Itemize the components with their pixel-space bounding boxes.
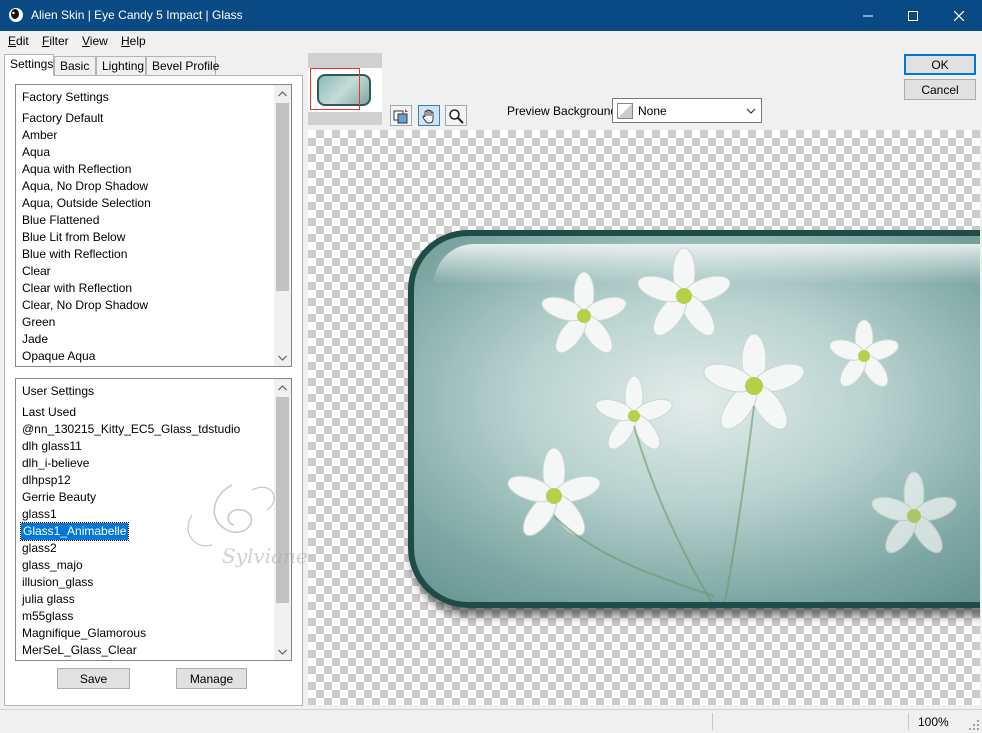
zoom-tool-button[interactable] — [445, 105, 467, 126]
status-separator — [712, 713, 713, 730]
chevron-up-icon — [278, 90, 287, 96]
compare-preview-icon — [393, 108, 408, 123]
list-item[interactable]: dlh glass11 — [22, 438, 82, 455]
scroll-up-button[interactable] — [274, 379, 291, 396]
menu-filter[interactable]: Filter — [42, 34, 69, 48]
minimize-icon — [863, 15, 873, 16]
list-item[interactable]: Amber — [22, 127, 57, 144]
chevron-down-icon — [741, 99, 761, 122]
list-item[interactable]: Glass1_Animabelle — [19, 522, 130, 541]
list-item[interactable]: illusion_glass — [22, 574, 93, 591]
cancel-button[interactable]: Cancel — [904, 79, 976, 100]
factory-settings-list[interactable]: Factory Settings Factory Default Amber Aqu… — [15, 84, 292, 367]
list-item[interactable]: @nn_130215_Kitty_EC5_Glass_tdstudio — [22, 421, 240, 438]
list-item[interactable]: dlhpsp12 — [22, 472, 71, 489]
close-icon — [954, 10, 964, 21]
chevron-down-icon — [278, 649, 287, 655]
manage-button[interactable]: Manage — [176, 668, 247, 689]
zoom-level: 100% — [918, 715, 949, 729]
navigator-thumbnail[interactable] — [308, 53, 382, 125]
status-separator — [908, 713, 909, 730]
resize-grip-icon[interactable] — [968, 719, 980, 731]
list-item[interactable]: Opaque Aqua — [22, 348, 95, 365]
chevron-up-icon — [278, 384, 287, 390]
preview-canvas[interactable] — [308, 130, 980, 705]
factory-scrollbar[interactable] — [274, 85, 291, 366]
preview-background-value: None — [638, 104, 667, 118]
compare-tool-button[interactable] — [390, 105, 412, 126]
watermark-text: Sylviane — [222, 544, 308, 568]
ok-button[interactable]: OK — [904, 54, 976, 75]
list-item[interactable]: m55glass — [22, 608, 73, 625]
chevron-down-icon — [278, 355, 287, 361]
preview-background-label: Preview Background: — [507, 104, 621, 118]
status-bar: 100% — [0, 709, 982, 733]
maximize-button[interactable] — [890, 0, 936, 31]
scroll-up-button[interactable] — [274, 85, 291, 102]
app-logo-icon — [9, 8, 23, 22]
hand-icon — [422, 109, 434, 123]
scroll-down-button[interactable] — [274, 643, 291, 660]
menu-help[interactable]: Help — [121, 34, 146, 48]
factory-settings-header: Factory Settings — [22, 90, 109, 104]
list-item[interactable]: Last Used — [22, 404, 76, 421]
title-bar: Alien Skin | Eye Candy 5 Impact | Glass — [0, 0, 982, 31]
list-item[interactable]: Clear — [22, 263, 51, 280]
list-item[interactable]: Gerrie Beauty — [22, 489, 96, 506]
list-item[interactable]: Aqua — [22, 144, 50, 161]
tab-lighting[interactable]: Lighting — [96, 56, 146, 75]
tab-settings[interactable]: Settings — [4, 54, 54, 76]
magnifier-icon — [449, 108, 464, 124]
tab-basic[interactable]: Basic — [54, 56, 96, 75]
hand-tool-button[interactable] — [418, 105, 440, 126]
list-item[interactable]: Green — [22, 314, 55, 331]
list-item[interactable]: Aqua with Reflection — [22, 161, 131, 178]
menu-edit[interactable]: Edit — [8, 34, 29, 48]
list-item[interactable]: Clear with Reflection — [22, 280, 132, 297]
list-item[interactable]: Aqua, No Drop Shadow — [22, 178, 148, 195]
glass-effect-preview-image — [408, 230, 980, 608]
list-item[interactable]: Blue with Reflection — [22, 246, 127, 263]
list-item[interactable]: glass_majo — [22, 557, 83, 574]
list-item[interactable]: glass1 — [22, 506, 57, 523]
close-button[interactable] — [936, 0, 982, 31]
list-item[interactable]: glass2 — [22, 540, 57, 557]
menu-bar: Edit Filter View Help — [0, 31, 982, 51]
save-button[interactable]: Save — [57, 668, 130, 689]
sylviane-watermark: Sylviane — [187, 484, 308, 568]
background-swatch-icon — [617, 103, 633, 119]
scroll-down-button[interactable] — [274, 349, 291, 366]
list-item[interactable]: Factory Default — [22, 110, 103, 127]
list-item[interactable]: Clear, No Drop Shadow — [22, 297, 148, 314]
user-settings-header: User Settings — [22, 384, 95, 398]
list-item[interactable]: Blue Lit from Below — [22, 229, 125, 246]
flower-photo — [507, 247, 957, 602]
list-item[interactable]: Blue Flattened — [22, 212, 99, 229]
list-item[interactable]: dlh_i-believe — [22, 455, 89, 472]
list-item[interactable]: MerSeL_Glass_Clear — [22, 642, 137, 659]
list-item[interactable]: Aqua, Outside Selection — [22, 195, 151, 212]
menu-view[interactable]: View — [82, 34, 108, 48]
tab-bevel-profile[interactable]: Bevel Profile — [146, 56, 219, 75]
window-title: Alien Skin | Eye Candy 5 Impact | Glass — [31, 8, 243, 22]
scroll-thumb[interactable] — [276, 103, 289, 291]
maximize-icon — [908, 10, 918, 21]
navigator-view-frame[interactable] — [310, 68, 360, 110]
list-item[interactable]: Magnifique_Glamorous — [22, 625, 146, 642]
list-item[interactable]: Jade — [22, 331, 48, 348]
list-item[interactable]: julia glass — [22, 591, 75, 608]
preview-background-select[interactable]: None — [612, 98, 762, 123]
minimize-button[interactable] — [845, 0, 891, 31]
